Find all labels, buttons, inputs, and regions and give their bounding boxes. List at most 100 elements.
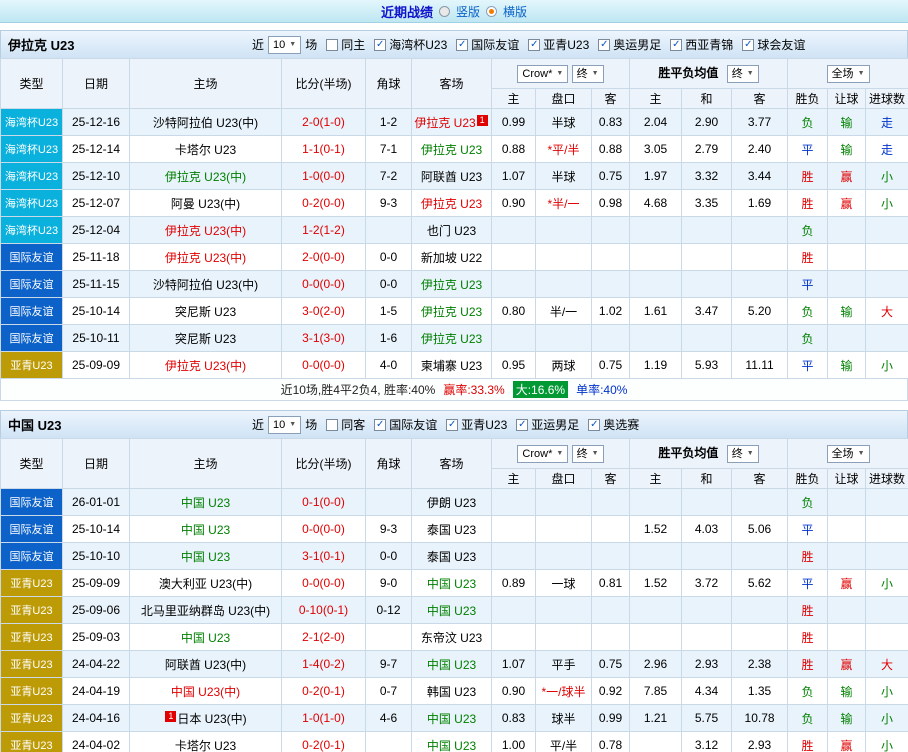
league-filter[interactable]: ✓国际友谊 [456, 36, 519, 53]
result-wdl: 负 [788, 325, 828, 352]
odds-provider-value: Crow* [522, 67, 552, 81]
league-filter[interactable]: ✓亚青U23 [446, 416, 507, 433]
match-score: 0-10(0-1) [282, 597, 366, 624]
avg-draw: 3.72 [682, 570, 732, 597]
checkbox-icon[interactable]: ✓ [588, 419, 600, 431]
checkbox-icon[interactable]: ✓ [528, 39, 540, 51]
odds-provider-select[interactable]: Crow*▼ [517, 65, 568, 83]
result-wdl: 胜 [788, 732, 828, 752]
sub-odds-away: 客 [592, 89, 630, 109]
match-score: 0-1(0-0) [282, 489, 366, 516]
recent-count-select[interactable]: 10▼ [268, 36, 301, 54]
avg-final-select[interactable]: 终▼ [727, 445, 759, 463]
result-goals [866, 597, 908, 624]
home-team-label: 日本 U23(中) [177, 712, 246, 726]
home-team-label: 阿联酋 U23(中) [165, 658, 246, 672]
odds-handicap: *一/球半 [536, 678, 592, 705]
scope-select[interactable]: 全场▼ [827, 445, 870, 463]
avg-header: 胜平负均值 终▼ [630, 439, 788, 469]
avg-win [630, 597, 682, 624]
league-filter[interactable]: ✓奥运男足 [598, 36, 661, 53]
scope-select[interactable]: 全场▼ [827, 65, 870, 83]
page-header: 近期战绩 竖版 横版 [0, 0, 908, 23]
home-team-label: 伊拉克 U23(中) [165, 251, 246, 265]
avg-lose [732, 217, 788, 244]
checkbox-icon[interactable]: ✓ [598, 39, 610, 51]
checkbox-icon[interactable]: ✓ [446, 419, 458, 431]
league-filter[interactable]: 同主 [326, 36, 365, 53]
checkbox-icon[interactable]: ✓ [456, 39, 468, 51]
layout-label-vertical[interactable]: 竖版 [456, 3, 480, 20]
recent-count-select[interactable]: 10▼ [268, 416, 301, 434]
league-filter[interactable]: 同客 [326, 416, 365, 433]
away-team-label: 伊拉克 U23 [421, 278, 482, 292]
match-score: 0-2(0-1) [282, 732, 366, 752]
checkbox-icon[interactable]: ✓ [742, 39, 754, 51]
odds-away [592, 325, 630, 352]
col-type: 类型 [1, 59, 63, 109]
home-team: 中国 U23 [130, 624, 282, 651]
away-team: 泰国 U23 [412, 516, 492, 543]
avg-draw: 3.35 [682, 190, 732, 217]
checkbox-icon[interactable]: ✓ [670, 39, 682, 51]
odds-away: 1.02 [592, 298, 630, 325]
odds-final-select[interactable]: 终▼ [572, 445, 604, 463]
layout-radio-vertical[interactable] [439, 6, 450, 17]
home-team: 卡塔尔 U23 [130, 136, 282, 163]
sub-let-ball: 让球 [828, 469, 866, 489]
home-team: 澳大利亚 U23(中) [130, 570, 282, 597]
layout-label-horizontal[interactable]: 横版 [503, 3, 527, 20]
league-filter[interactable]: ✓球会友谊 [742, 36, 805, 53]
checkbox-icon[interactable]: ✓ [516, 419, 528, 431]
avg-lose [732, 244, 788, 271]
avg-win [630, 217, 682, 244]
avg-lose [732, 624, 788, 651]
away-team-label: 伊拉克 U23 [421, 197, 482, 211]
odds-provider-select[interactable]: Crow*▼ [517, 445, 568, 463]
result-handicap: 赢 [828, 732, 866, 752]
league-filter[interactable]: ✓国际友谊 [374, 416, 437, 433]
result-goals: 小 [866, 352, 908, 379]
match-date: 25-12-14 [63, 136, 130, 163]
avg-draw: 5.93 [682, 352, 732, 379]
odds-home: 0.83 [492, 705, 536, 732]
avg-final-select[interactable]: 终▼ [727, 65, 759, 83]
odds-final-select[interactable]: 终▼ [572, 65, 604, 83]
home-team-label: 卡塔尔 U23 [175, 143, 236, 157]
result-goals: 小 [866, 163, 908, 190]
match-type-badge: 亚青U23 [1, 597, 63, 624]
checkbox-icon[interactable] [326, 39, 338, 51]
corner-score [366, 489, 412, 516]
league-filter[interactable]: ✓西亚青锦 [670, 36, 733, 53]
col-away: 客场 [412, 439, 492, 489]
league-filter[interactable]: ✓奥选赛 [588, 416, 639, 433]
avg-win: 3.05 [630, 136, 682, 163]
col-score: 比分(半场) [282, 439, 366, 489]
away-team-label: 韩国 U23 [427, 685, 476, 699]
team-section: 中国 U23 近10▼场同客✓国际友谊✓亚青U23✓亚运男足✓奥选赛 类型 日期… [0, 410, 908, 752]
checkbox-icon[interactable] [326, 419, 338, 431]
odds-away [592, 217, 630, 244]
summary-segment: 近10场,胜4平2负4, 胜率:40% [281, 381, 436, 398]
league-filter[interactable]: ✓亚运男足 [516, 416, 579, 433]
avg-draw [682, 624, 732, 651]
team-section: 伊拉克 U23 近10▼场同主✓海湾杯U23✓国际友谊✓亚青U23✓奥运男足✓西… [0, 30, 908, 401]
odds-home: 0.99 [492, 109, 536, 136]
layout-radio-horizontal[interactable] [486, 6, 497, 17]
scope-value: 全场 [832, 447, 854, 461]
league-filter[interactable]: ✓亚青U23 [528, 36, 589, 53]
away-team: 伊拉克 U23 [412, 325, 492, 352]
league-filter[interactable]: ✓海湾杯U23 [374, 36, 447, 53]
match-row: 亚青U2324-04-22阿联酋 U23(中)1-4(0-2)9-7中国 U23… [1, 651, 908, 678]
away-team: 也门 U23 [412, 217, 492, 244]
match-row: 海湾杯U2325-12-16沙特阿拉伯 U23(中)2-0(1-0)1-2伊拉克… [1, 109, 908, 136]
home-team-label: 中国 U23(中) [171, 685, 240, 699]
checkbox-icon[interactable]: ✓ [374, 39, 386, 51]
away-team: 中国 U23 [412, 597, 492, 624]
corner-score: 0-12 [366, 597, 412, 624]
checkbox-icon[interactable]: ✓ [374, 419, 386, 431]
match-row: 国际友谊25-10-14中国 U230-0(0-0)9-3泰国 U231.524… [1, 516, 908, 543]
match-date: 25-11-18 [63, 244, 130, 271]
result-wdl: 负 [788, 298, 828, 325]
league-filter-label: 亚运男足 [531, 416, 579, 433]
